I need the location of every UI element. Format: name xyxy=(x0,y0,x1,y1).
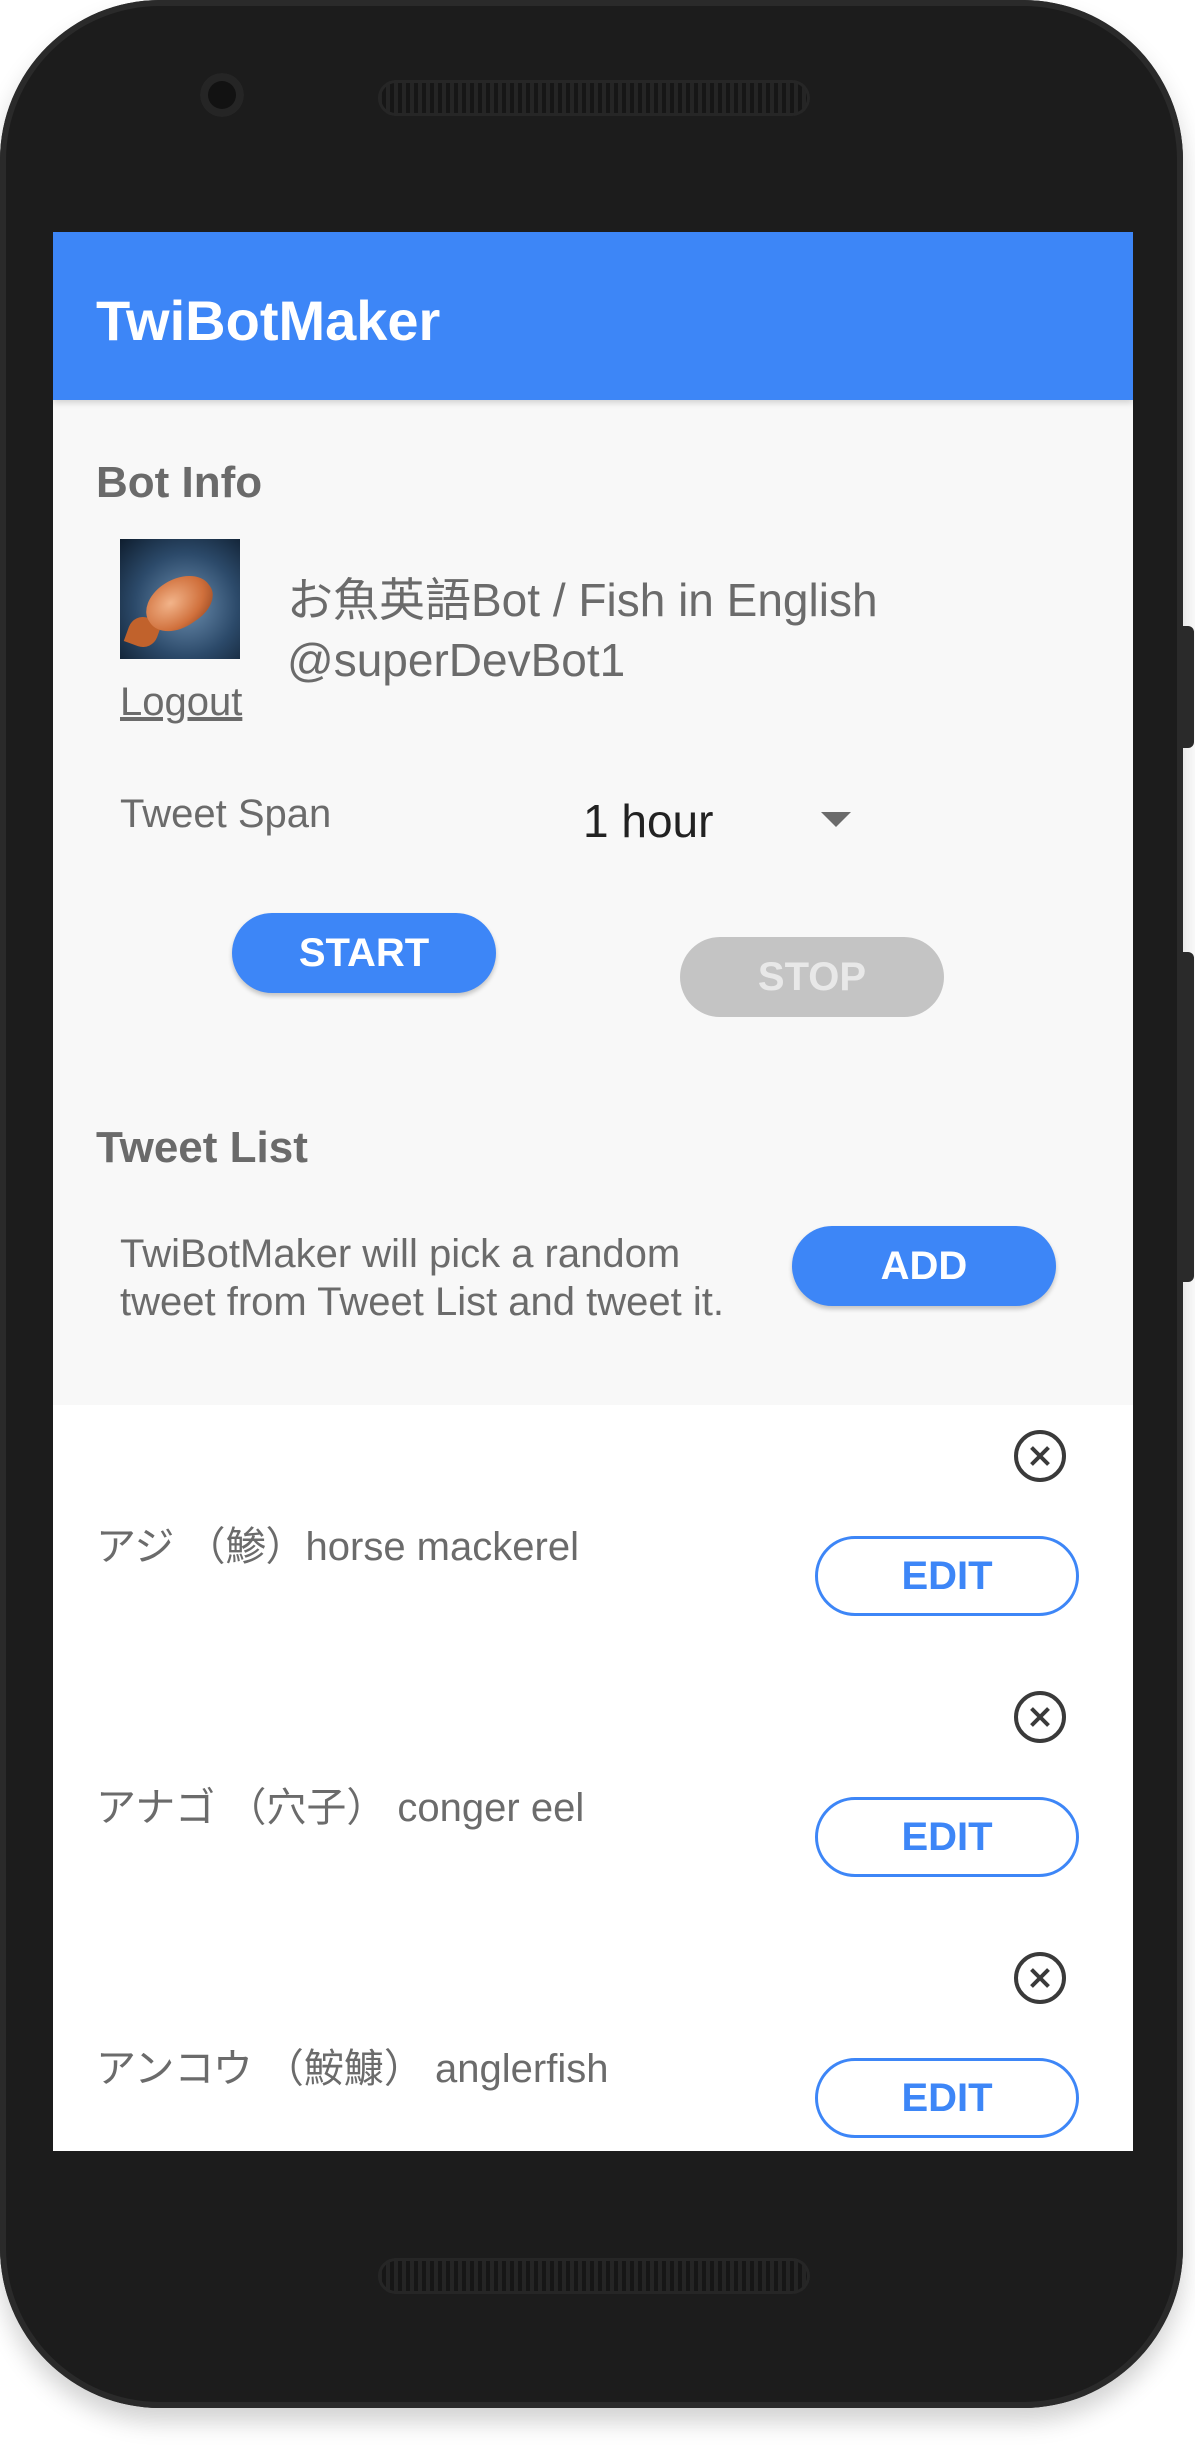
app-bar: TwiBotMaker xyxy=(53,232,1133,400)
add-button[interactable]: ADD xyxy=(792,1226,1056,1306)
tweet-text: アンコウ （鮟鱇） anglerfish xyxy=(96,2047,609,2091)
bot-avatar xyxy=(120,539,240,659)
tweet-list-item: アジ （鯵）horse mackerel EDIT xyxy=(53,1405,1133,1666)
app-screen: TwiBotMaker Bot Info お魚英語Bot / Fish in E… xyxy=(53,232,1133,2151)
bottom-speaker xyxy=(378,2258,810,2294)
stop-button[interactable]: STOP xyxy=(680,937,944,1017)
tweet-list-item: アナゴ （穴子） conger eel EDIT xyxy=(53,1666,1133,1927)
top-speaker xyxy=(378,80,810,116)
bot-info-heading: Bot Info xyxy=(96,458,263,507)
remove-circle-icon[interactable] xyxy=(1014,1691,1066,1743)
logout-link[interactable]: Logout xyxy=(120,680,242,725)
bot-display-name: お魚英語Bot / Fish in English xyxy=(287,574,878,626)
tweet-text: アナゴ （穴子） conger eel xyxy=(96,1786,585,1830)
bot-identity: お魚英語Bot / Fish in English @superDevBot1 xyxy=(287,570,878,690)
dropdown-arrow-icon[interactable] xyxy=(821,812,851,827)
phone-frame: TwiBotMaker Bot Info お魚英語Bot / Fish in E… xyxy=(0,0,1183,2408)
volume-button xyxy=(1180,952,1194,1282)
tweet-list-description: TwiBotMaker will pick a random tweet fro… xyxy=(120,1230,724,1326)
power-button xyxy=(1180,626,1194,748)
app-title: TwiBotMaker xyxy=(96,289,441,352)
description-line: tweet from Tweet List and tweet it. xyxy=(120,1280,724,1324)
description-line: TwiBotMaker will pick a random xyxy=(120,1232,681,1276)
edit-button[interactable]: EDIT xyxy=(815,1797,1079,1877)
tweet-text: アジ （鯵）horse mackerel xyxy=(96,1525,579,1569)
tweet-span-value[interactable]: 1 hour xyxy=(583,794,713,848)
tweet-list-item: アンコウ （鮟鱇） anglerfish EDIT xyxy=(53,1927,1133,2151)
tweet-span-label: Tweet Span xyxy=(120,792,332,836)
tweet-list: アジ （鯵）horse mackerel EDIT アナゴ （穴子） conge… xyxy=(53,1405,1133,2151)
start-button[interactable]: START xyxy=(232,913,496,993)
remove-circle-icon[interactable] xyxy=(1014,1430,1066,1482)
remove-circle-icon[interactable] xyxy=(1014,1952,1066,2004)
bot-handle: @superDevBot1 xyxy=(287,634,626,686)
edit-button[interactable]: EDIT xyxy=(815,1536,1079,1616)
edit-button[interactable]: EDIT xyxy=(815,2058,1079,2138)
tweet-list-heading: Tweet List xyxy=(96,1123,308,1172)
front-camera xyxy=(200,73,244,117)
